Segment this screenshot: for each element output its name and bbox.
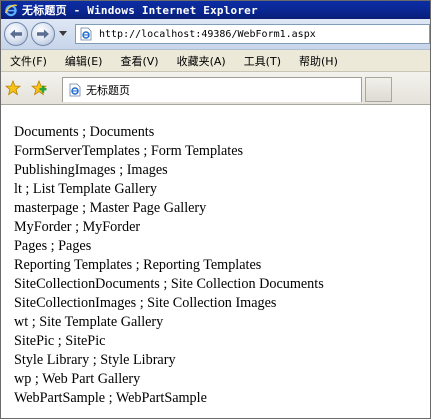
menu-tools[interactable]: 工具(T)	[235, 53, 290, 69]
page-content: Documents ; Documents FormServerTemplate…	[1, 105, 430, 418]
list-item: SiteCollectionImages ; Site Collection I…	[14, 295, 277, 311]
list-item: masterpage ; Master Page Gallery	[14, 200, 207, 216]
ie-logo-icon	[4, 3, 18, 17]
tab-current-page[interactable]: 无标题页	[62, 77, 362, 102]
list-item: lt ; List Template Gallery	[14, 181, 157, 197]
forward-arrow-icon	[37, 29, 49, 39]
browser-window: 无标题页 - Windows Internet Explorer http://…	[0, 0, 431, 419]
add-favorite-button[interactable]	[31, 80, 47, 96]
address-bar[interactable]: http://localhost:49386/WebForm1.aspx	[75, 24, 430, 44]
ie-page-icon	[79, 27, 93, 41]
forward-button[interactable]	[31, 22, 55, 46]
navigation-bar: http://localhost:49386/WebForm1.aspx	[1, 19, 430, 50]
menu-view[interactable]: 查看(V)	[111, 53, 167, 69]
favorites-button[interactable]	[5, 80, 21, 96]
list-item: FormServerTemplates ; Form Templates	[14, 143, 244, 159]
title-bar[interactable]: 无标题页 - Windows Internet Explorer	[1, 1, 430, 19]
list-item: wp ; Web Part Gallery	[14, 371, 141, 387]
tab-label: 无标题页	[86, 84, 130, 97]
back-button[interactable]	[4, 22, 28, 46]
list-item: Reporting Templates ; Reporting Template…	[14, 257, 262, 273]
menu-edit[interactable]: 编辑(E)	[56, 53, 112, 69]
ie-page-icon	[68, 83, 82, 97]
list-item: Pages ; Pages	[14, 238, 92, 254]
menu-favorites[interactable]: 收藏夹(A)	[168, 53, 235, 69]
back-arrow-icon	[10, 29, 22, 39]
list-item: PublishingImages ; Images	[14, 162, 168, 178]
menu-help[interactable]: 帮助(H)	[290, 53, 347, 69]
favorites-tab-bar: 无标题页	[1, 72, 430, 105]
list-item: MyForder ; MyForder	[14, 219, 141, 235]
menu-bar: 文件(F) 编辑(E) 查看(V) 收藏夹(A) 工具(T) 帮助(H)	[1, 50, 430, 72]
address-url: http://localhost:49386/WebForm1.aspx	[99, 28, 316, 40]
favorites-star-icon	[5, 80, 21, 96]
list-item: wt ; Site Template Gallery	[14, 314, 164, 330]
list-item: SiteCollectionDocuments ; Site Collectio…	[14, 276, 324, 292]
list-item: Style Library ; Style Library	[14, 352, 176, 368]
new-tab-button[interactable]	[365, 77, 392, 102]
list-item: Documents ; Documents	[14, 124, 155, 140]
chevron-down-icon	[59, 31, 67, 36]
add-favorite-icon	[31, 80, 47, 96]
history-dropdown-button[interactable]	[59, 30, 67, 38]
list-item: WebPartSample ; WebPartSample	[14, 390, 207, 406]
menu-file[interactable]: 文件(F)	[1, 53, 56, 69]
list-item: SitePic ; SitePic	[14, 333, 106, 349]
window-title: 无标题页 - Windows Internet Explorer	[22, 4, 258, 17]
library-list: Documents ; Documents FormServerTemplate…	[14, 123, 324, 408]
